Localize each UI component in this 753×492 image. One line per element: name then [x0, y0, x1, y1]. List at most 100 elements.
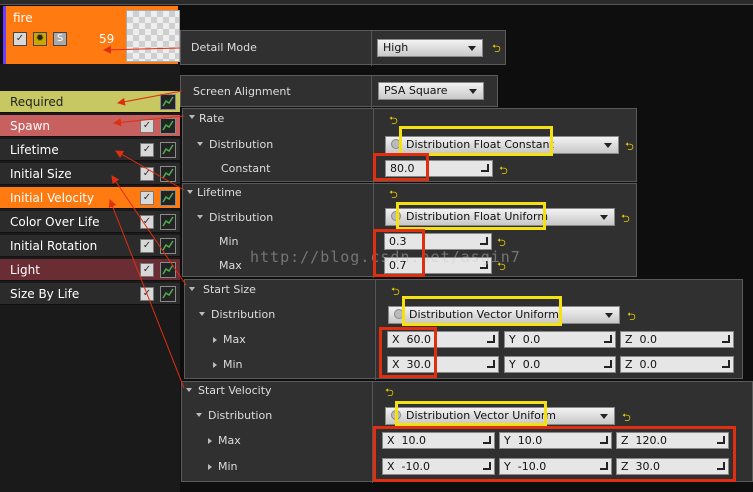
reset-arrow-icon[interactable]: ⮌	[385, 384, 394, 403]
screen-alignment-panel: Screen Alignment PSA Square	[180, 75, 498, 108]
chevron-down-icon	[600, 414, 608, 419]
resize-icon	[487, 360, 495, 368]
detail-mode-label: Detail Mode	[191, 41, 257, 54]
expand-arrow-icon[interactable]	[208, 464, 212, 470]
module-label: Required	[10, 95, 64, 109]
expand-arrow-icon[interactable]	[199, 312, 205, 316]
emitter-header[interactable]: fire ✓ ✹ S 59	[3, 6, 180, 64]
curve-icon[interactable]	[160, 286, 176, 302]
reset-arrow-icon[interactable]: ⮌	[391, 283, 400, 302]
module-enable-checkbox[interactable]: ✓	[140, 119, 154, 133]
module-enable-checkbox[interactable]: ✓	[140, 167, 154, 181]
curve-icon[interactable]	[160, 190, 176, 206]
chevron-down-icon	[600, 215, 608, 220]
expand-arrow-icon[interactable]	[208, 438, 212, 444]
screen-alignment-label: Screen Alignment	[193, 85, 291, 98]
input-value: 0.0	[522, 358, 541, 371]
detail-mode-panel: Detail Mode High ⮌	[180, 30, 506, 66]
max-label: Max	[219, 259, 242, 272]
start-size-max-y-input[interactable]: Y 0.0	[504, 331, 616, 348]
emitter-s-badge[interactable]: S	[53, 32, 67, 46]
max-label: Max	[218, 434, 241, 447]
start-size-header: Start Size	[203, 283, 256, 296]
module-enable-checkbox[interactable]: ✓	[140, 239, 154, 253]
input-value: 0.0	[522, 333, 541, 346]
expand-arrow-icon[interactable]	[213, 337, 217, 343]
resize-icon	[604, 360, 612, 368]
expand-arrow-icon[interactable]	[197, 142, 203, 146]
emitter-solo-icon[interactable]: ✹	[33, 32, 47, 46]
reset-arrow-icon[interactable]: ⮌	[625, 138, 634, 157]
reset-arrow-icon[interactable]: ⮌	[627, 308, 636, 327]
chevron-down-icon	[468, 46, 476, 51]
chevron-down-icon	[604, 143, 612, 148]
top-divider	[0, 0, 753, 5]
highlight-red-box	[373, 153, 429, 181]
min-label: Min	[223, 358, 243, 371]
detail-mode-dropdown[interactable]: High	[377, 39, 483, 57]
reset-arrow-icon[interactable]: ⮌	[389, 112, 398, 131]
reset-arrow-icon[interactable]: ⮌	[492, 40, 501, 59]
module-initial-size[interactable]: Initial Size ✓	[0, 163, 180, 185]
particle-count: 59	[99, 32, 115, 46]
curve-icon[interactable]	[160, 238, 176, 254]
start-size-min-z-input[interactable]: Z 0.0	[620, 356, 734, 373]
curve-icon[interactable]	[160, 94, 176, 110]
collapse-arrow-icon[interactable]	[187, 190, 193, 194]
resize-icon	[481, 164, 489, 172]
start-size-max-z-input[interactable]: Z 0.0	[620, 331, 734, 348]
distribution-label: Distribution	[208, 409, 273, 422]
collapse-arrow-icon[interactable]	[186, 388, 192, 392]
start-size-panel: Start Size ⮌ Distribution Distribution V…	[184, 279, 743, 380]
highlight-yellow-box	[402, 296, 562, 326]
module-label: Lifetime	[10, 143, 59, 157]
resize-icon	[604, 335, 612, 343]
module-size-by-life[interactable]: Size By Life ✓	[0, 283, 180, 305]
max-label: Max	[223, 333, 246, 346]
axis-label: Z	[625, 358, 633, 371]
module-lifetime[interactable]: Lifetime ✓	[0, 139, 180, 161]
start-velocity-header: Start Velocity	[198, 384, 272, 397]
start-size-min-y-input[interactable]: Y 0.0	[504, 356, 616, 373]
module-color-over-life[interactable]: Color Over Life ✓	[0, 211, 180, 233]
enable-checkbox[interactable]: ✓	[13, 32, 27, 46]
module-enable-checkbox[interactable]: ✓	[140, 263, 154, 277]
axis-label: Y	[509, 333, 516, 346]
emitter-thumbnail	[126, 10, 180, 62]
resize-icon	[480, 237, 488, 245]
module-enable-checkbox[interactable]: ✓	[140, 215, 154, 229]
collapse-arrow-icon[interactable]	[189, 115, 195, 119]
highlight-red-box	[373, 426, 736, 482]
curve-icon[interactable]	[160, 166, 176, 182]
reset-arrow-icon[interactable]: ⮌	[621, 210, 630, 229]
module-enable-checkbox[interactable]: ✓	[140, 287, 154, 301]
constant-label: Constant	[221, 162, 271, 175]
screen-alignment-dropdown[interactable]: PSA Square	[378, 82, 484, 100]
highlight-yellow-box	[396, 202, 546, 230]
min-label: Min	[218, 460, 238, 473]
expand-arrow-icon[interactable]	[197, 215, 203, 219]
module-required[interactable]: Required	[0, 91, 180, 113]
module-initial-rotation[interactable]: Initial Rotation ✓	[0, 235, 180, 257]
module-enable-checkbox[interactable]: ✓	[140, 191, 154, 205]
axis-label: Y	[509, 358, 516, 371]
curve-icon[interactable]	[160, 142, 176, 158]
collapse-arrow-icon[interactable]	[189, 287, 195, 291]
module-light[interactable]: Light ✓	[0, 259, 180, 281]
emitter-name: fire	[13, 11, 33, 25]
curve-icon[interactable]	[160, 214, 176, 230]
expand-arrow-icon[interactable]	[196, 413, 202, 417]
resize-icon	[487, 335, 495, 343]
reset-arrow-icon[interactable]: ⮌	[499, 162, 508, 181]
curve-icon[interactable]	[160, 262, 176, 278]
module-spawn[interactable]: Spawn ✓	[0, 115, 180, 137]
curve-icon[interactable]	[160, 118, 176, 134]
rate-header: Rate	[199, 112, 225, 125]
dropdown-value: PSA Square	[384, 84, 448, 97]
module-label: Spawn	[10, 119, 51, 133]
highlight-yellow-box	[399, 126, 553, 156]
module-initial-velocity[interactable]: Initial Velocity ✓	[0, 187, 180, 209]
expand-arrow-icon[interactable]	[213, 362, 217, 368]
module-enable-checkbox[interactable]: ✓	[140, 143, 154, 157]
resize-icon	[722, 335, 730, 343]
